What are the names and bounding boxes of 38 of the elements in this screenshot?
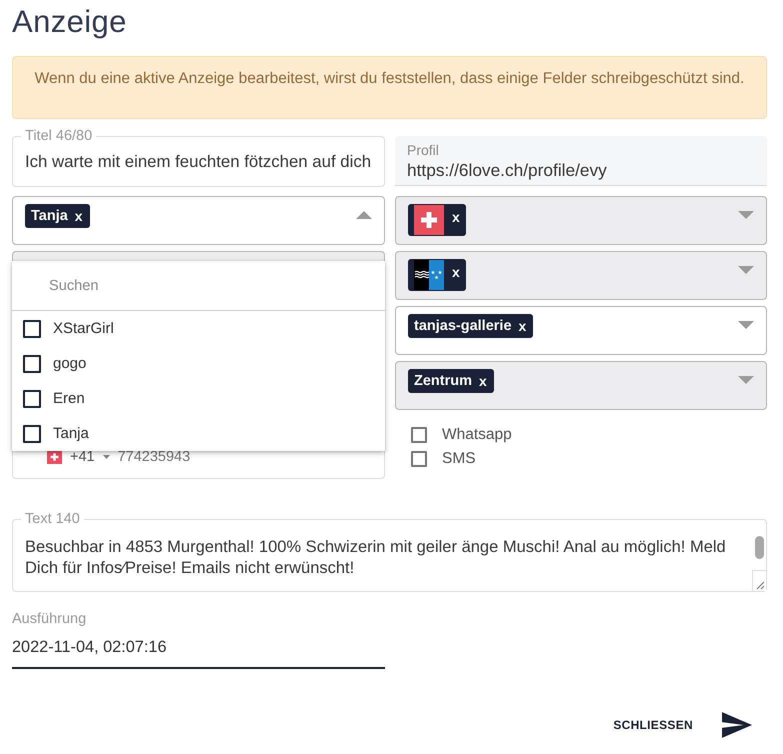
option-label[interactable]: Eren [53, 390, 85, 407]
scrollbar-thumb[interactable] [755, 536, 764, 559]
remove-button[interactable]: x [518, 317, 526, 335]
caret-up-icon[interactable] [356, 211, 372, 219]
flag-icon [414, 260, 444, 290]
checkbox[interactable] [23, 320, 41, 338]
field-label: Profil [407, 142, 440, 158]
datetime-field[interactable]: Ausführung 2022-11-04, 02:07:16 [12, 611, 385, 669]
search-field[interactable]: Suchen [12, 261, 385, 311]
profile-field[interactable]: Profil https://6love.ch/profile/evy [395, 136, 767, 186]
swiss-flag-icon [414, 205, 444, 235]
select-field[interactable]: tanjas-gallerie x [395, 306, 767, 355]
resize-handle-icon[interactable] [752, 570, 766, 591]
notice-banner: Wenn du eine aktive Anzeige bearbeitest, wirst du feststellen, dass einige Felder schreibgeschützt sind. [12, 56, 767, 119]
select-field[interactable]: Tanja x [12, 196, 385, 245]
field-label: Text 140 [24, 511, 81, 527]
checkbox-label[interactable]: Whatsapp [442, 426, 512, 444]
checkbox[interactable] [23, 390, 41, 408]
checkbox[interactable] [411, 427, 427, 443]
field-label: Titel 46/80 [24, 128, 94, 144]
chip-label: tanjas-gallerie [414, 318, 512, 334]
page-title: Anzeige [12, 3, 128, 40]
title-field[interactable]: Titel 46/80 Ich warte mit einem feuchten fötzchen auf dich [12, 128, 385, 187]
remove-button[interactable]: x [74, 207, 83, 225]
close-button[interactable]: SCHLIESSEN [605, 707, 701, 743]
checkbox[interactable] [411, 451, 427, 467]
option-label[interactable]: gogo [53, 355, 86, 372]
caret-down-icon[interactable] [738, 321, 754, 329]
send-icon [722, 712, 752, 738]
chip-label: Tanja [31, 208, 68, 224]
caret-down-icon [102, 454, 110, 458]
checkbox[interactable] [23, 424, 41, 442]
text-area[interactable]: Text 140 Besuchbar in 4853 Murgenthal! 100% Schwizerin mit geiler änge Muschi! Anal au möglich! Meld Dich für Infos⁄Preise! Emails nicht erwünscht! [12, 511, 767, 592]
option-label[interactable]: XStarGirl [53, 320, 114, 337]
chip-label: Zentrum [414, 373, 472, 389]
field-label: Ausführung [12, 611, 88, 627]
checkbox[interactable] [23, 354, 41, 372]
checkbox-label[interactable]: SMS [442, 450, 476, 468]
